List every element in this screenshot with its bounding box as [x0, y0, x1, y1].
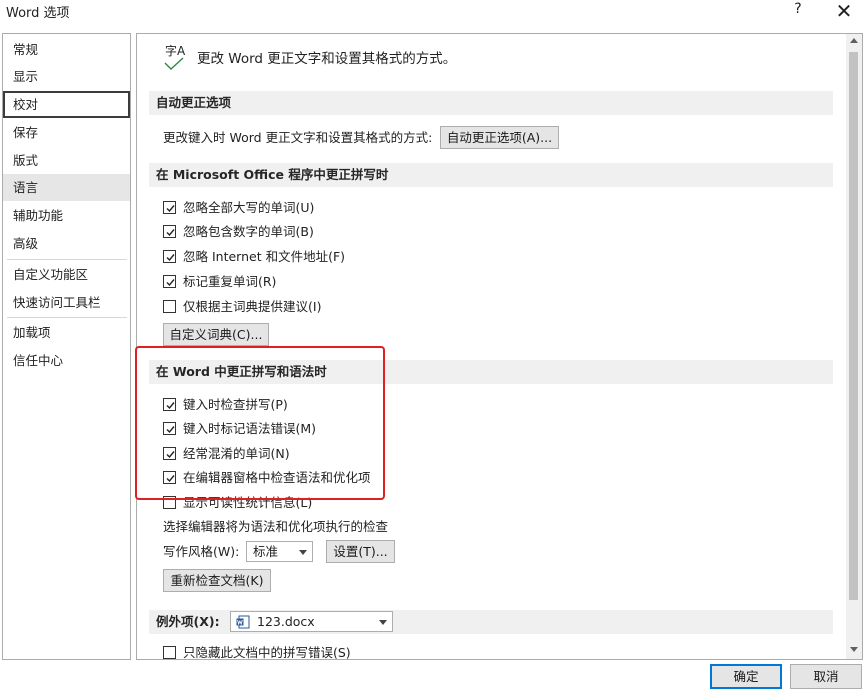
checkbox[interactable]	[163, 422, 176, 435]
checkbox[interactable]	[163, 225, 176, 238]
section-office-spelling: 在 Microsoft Office 程序中更正拼写时	[149, 163, 833, 187]
ok-button[interactable]: 确定	[710, 664, 782, 689]
option-label: 标记重复单词(R)	[183, 274, 277, 289]
page-intro: 更改 Word 更正文字和设置其格式的方式。	[197, 51, 457, 67]
checkbox[interactable]	[163, 300, 176, 313]
exceptions-file-name: 123.docx	[257, 614, 315, 629]
recheck-document-button[interactable]: 重新检查文档(K)	[163, 569, 271, 592]
section-word-spelling-grammar: 在 Word 中更正拼写和语法时	[149, 360, 833, 384]
nav-item-addins[interactable]: 加载项	[3, 319, 130, 346]
nav-separator	[7, 259, 127, 260]
checkbox[interactable]	[163, 275, 176, 288]
option-label: 在编辑器窗格中检查语法和优化项	[183, 470, 371, 485]
scroll-thumb[interactable]	[849, 52, 858, 600]
nav-item-trust-center[interactable]: 信任中心	[3, 347, 130, 374]
nav-separator	[7, 317, 127, 318]
title-bar: Word 选项 ? ✕	[0, 0, 865, 26]
proofing-icon: 字A	[163, 43, 189, 71]
checkbox[interactable]	[163, 201, 176, 214]
nav-panel: 常规 显示 校对 保存 版式 语言 辅助功能 高级 自定义功能区 快速访问工具栏…	[2, 33, 131, 660]
option-label: 经常混淆的单词(N)	[183, 446, 290, 461]
option-label: 忽略 Internet 和文件地址(F)	[183, 249, 346, 264]
nav-item-proofing[interactable]: 校对	[3, 91, 130, 118]
checkbox[interactable]	[163, 447, 176, 460]
writing-style-select[interactable]: 标准	[246, 541, 313, 562]
checkbox[interactable]	[163, 471, 176, 484]
chevron-down-icon	[379, 620, 387, 625]
help-button[interactable]: ?	[790, 1, 806, 17]
editor-checks-text: 选择编辑器将为语法和优化项执行的检查	[163, 519, 389, 534]
writing-style-value: 标准	[253, 544, 279, 559]
window-title: Word 选项	[6, 6, 70, 21]
option-label: 键入时检查拼写(P)	[183, 397, 288, 412]
nav-item-layout[interactable]: 版式	[3, 147, 130, 174]
nav-item-general[interactable]: 常规	[3, 36, 130, 63]
option-label: 忽略全部大写的单词(U)	[183, 200, 315, 215]
option-label: 仅根据主词典提供建议(I)	[183, 299, 322, 314]
exceptions-label: 例外项(X):	[156, 614, 220, 629]
writing-style-label: 写作风格(W):	[163, 544, 240, 559]
nav-item-display[interactable]: 显示	[3, 63, 130, 90]
autocorrect-options-button[interactable]: 自动更正选项(A)...	[440, 126, 559, 149]
custom-dictionaries-button[interactable]: 自定义词典(C)...	[163, 323, 269, 346]
option-label: 只隐藏此文档中的拼写错误(S)	[183, 645, 351, 660]
autocorrect-label: 更改键入时 Word 更正文字和设置其格式的方式:	[163, 130, 433, 145]
option-label: 忽略包含数字的单词(B)	[183, 224, 314, 239]
option-label: 显示可读性统计信息(L)	[183, 495, 313, 510]
word-document-icon	[236, 615, 250, 629]
scroll-up-icon[interactable]	[850, 38, 858, 43]
nav-item-save[interactable]: 保存	[3, 119, 130, 146]
nav-item-accessibility[interactable]: 辅助功能	[3, 202, 130, 229]
nav-item-customize-ribbon[interactable]: 自定义功能区	[3, 261, 130, 288]
checkbox[interactable]	[163, 496, 176, 509]
checkbox[interactable]	[163, 646, 176, 659]
nav-item-language[interactable]: 语言	[3, 174, 130, 201]
cancel-button[interactable]: 取消	[790, 664, 862, 689]
chevron-down-icon	[299, 550, 307, 555]
vertical-scrollbar[interactable]	[846, 34, 862, 659]
close-button[interactable]: ✕	[833, 0, 855, 23]
grammar-settings-button[interactable]: 设置(T)...	[326, 540, 395, 563]
section-autocorrect: 自动更正选项	[149, 91, 833, 115]
checkbox[interactable]	[163, 398, 176, 411]
nav-item-quick-access[interactable]: 快速访问工具栏	[3, 289, 130, 316]
option-label: 键入时标记语法错误(M)	[183, 421, 317, 436]
scroll-down-icon[interactable]	[850, 647, 858, 652]
nav-item-advanced[interactable]: 高级	[3, 230, 130, 257]
main-panel: 字A 更改 Word 更正文字和设置其格式的方式。 自动更正选项 更改键入时 W…	[136, 33, 863, 660]
exceptions-file-select[interactable]: 123.docx	[230, 611, 393, 632]
checkbox[interactable]	[163, 250, 176, 263]
